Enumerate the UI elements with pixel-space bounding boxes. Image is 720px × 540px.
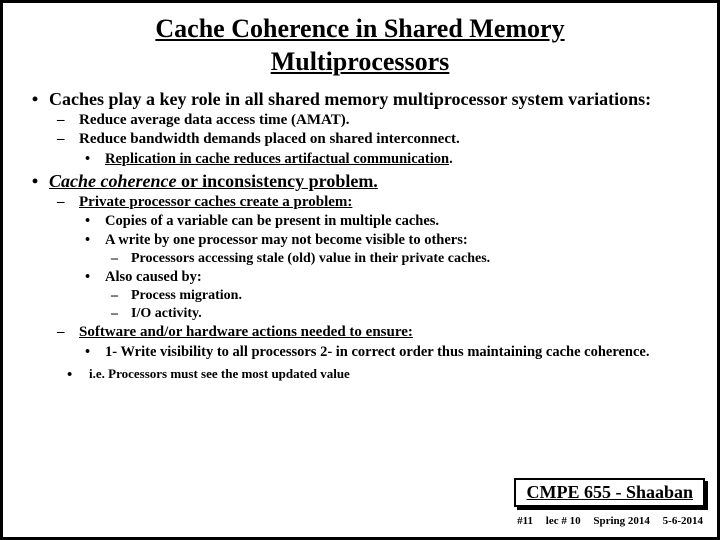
title-line-1: Cache Coherence in Shared Memory [155,14,564,43]
bullet-2-2-text: Software and/or hardware actions needed … [79,323,699,343]
footer-course: CMPE 655 - Shaaban [526,482,693,502]
bullet-1-2-text: Reduce bandwidth demands placed on share… [79,130,699,150]
slide-title: Cache Coherence in Shared Memory Multipr… [21,13,699,78]
bullet-2-1-text: Private processor caches create a proble… [79,193,699,213]
bullet-2-1-3-2: –I/O activity. [111,305,699,323]
bullet-list: •Caches play a key role in all shared me… [21,88,699,385]
bullet-2-1-3-1: –Process migration. [111,287,699,305]
bullet-2-1-2-1: –Processors accessing stale (old) value … [111,250,699,268]
bullet-2: •Cache coherence or inconsistency proble… [21,170,699,385]
bullet-1-2-1-text: Replication in cache reduces artifactual… [105,150,699,169]
footer-meta: #11 lec # 10 Spring 2014 5-6-2014 [507,515,703,527]
bullet-1-1: –Reduce average data access time (AMAT). [57,111,699,131]
slide: Cache Coherence in Shared Memory Multipr… [0,0,720,540]
footer-date: 5-6-2014 [663,515,703,527]
footer-page: #11 [517,515,533,527]
bullet-2-1-1: •Copies of a variable can be present in … [85,212,699,231]
bullet-2-1-2: •A write by one processor may not become… [85,231,699,268]
footer-lec: lec # 10 [546,515,581,527]
bullet-1-text: Caches play a key role in all shared mem… [49,88,699,111]
bullet-1: •Caches play a key role in all shared me… [21,88,699,168]
bullet-2-2: –Software and/or hardware actions needed… [57,323,699,361]
bullet-2-1: –Private processor caches create a probl… [57,193,699,324]
bullet-2-text: Cache coherence or inconsistency problem… [49,170,699,193]
footer-term: Spring 2014 [593,515,650,527]
bullet-1-1-text: Reduce average data access time (AMAT). [79,111,699,131]
bullet-2-1-3: •Also caused by: –Process migration. –I/… [85,268,699,323]
bullet-1-2: –Reduce bandwidth demands placed on shar… [57,130,699,168]
title-line-2: Multiprocessors [271,47,450,76]
footer-course-box: CMPE 655 - Shaaban [514,478,705,507]
bullet-1-2-1: •Replication in cache reduces artifactua… [85,150,699,169]
bullet-2-3: •i.e. Processors must see the most updat… [57,366,699,386]
bullet-2-2-1: •1- Write visibility to all processors 2… [85,343,699,362]
